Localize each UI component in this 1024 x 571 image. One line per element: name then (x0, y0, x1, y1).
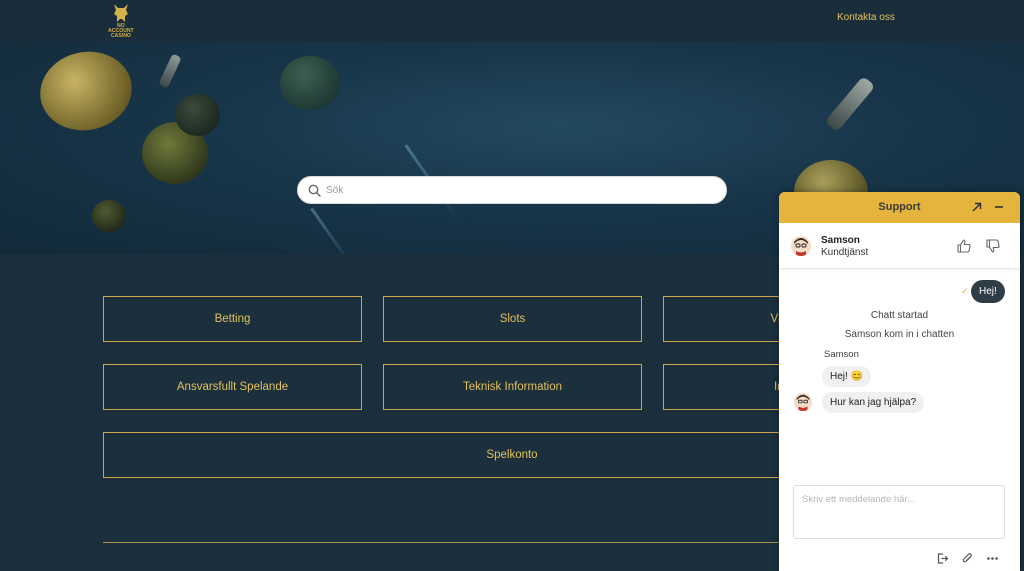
agent-role: Kundtjänst (821, 247, 869, 258)
site-logo[interactable]: NO ACCOUNT CASINO (104, 2, 138, 39)
system-message: Chatt startad (870, 310, 929, 321)
search-input[interactable] (326, 177, 716, 203)
chat-header: Support (779, 192, 1020, 223)
thumbs-up-icon[interactable] (956, 238, 972, 254)
search-icon (308, 184, 321, 197)
message-input[interactable] (794, 486, 1004, 538)
agent-avatar (791, 236, 811, 256)
more-options-icon[interactable] (986, 552, 999, 565)
message-read-check-icon: ✓ (961, 286, 969, 296)
coin-image (158, 53, 182, 89)
expand-icon[interactable] (970, 200, 984, 214)
agent-avatar-small (794, 393, 812, 411)
agent-message-bubble: Hej! 😊 (822, 366, 872, 387)
bull-logo-icon (114, 4, 128, 22)
end-chat-icon[interactable] (936, 552, 949, 565)
my-message-bubble: Hej! (971, 280, 1005, 303)
support-chat-widget: Support Samson Kundtjänst ✓ Hej! Chatt s… (779, 192, 1020, 571)
thumbs-down-icon[interactable] (985, 238, 1001, 254)
category-ansvarsfullt-spelande[interactable]: Ansvarsfullt Spelande (103, 364, 362, 410)
category-betting[interactable]: Betting (103, 296, 362, 342)
coin-image (92, 200, 126, 232)
message-sender-label: Samson (824, 349, 859, 360)
coin-image (280, 56, 340, 110)
agent-info: Samson Kundtjänst (779, 223, 1020, 269)
section-divider (103, 542, 803, 543)
coin-image (175, 94, 220, 136)
coin-image (32, 43, 140, 139)
agent-name: Samson (821, 235, 860, 246)
attachment-icon[interactable] (961, 552, 974, 565)
contact-us-link[interactable]: Kontakta oss (837, 12, 895, 23)
logo-text-line2: CASINO (110, 33, 132, 39)
agent-message-bubble: Hur kan jag hjälpa? (822, 392, 925, 413)
light-streak (310, 207, 353, 254)
system-message: Samson kom in i chatten (844, 329, 955, 340)
category-teknisk-information[interactable]: Teknisk Information (383, 364, 642, 410)
minimize-icon[interactable] (992, 200, 1006, 214)
search-bar[interactable] (297, 176, 727, 204)
top-bar: NO ACCOUNT CASINO Kontakta oss (0, 0, 1024, 42)
coin-image (824, 75, 876, 133)
message-input-box[interactable] (793, 485, 1005, 539)
category-slots[interactable]: Slots (383, 296, 642, 342)
